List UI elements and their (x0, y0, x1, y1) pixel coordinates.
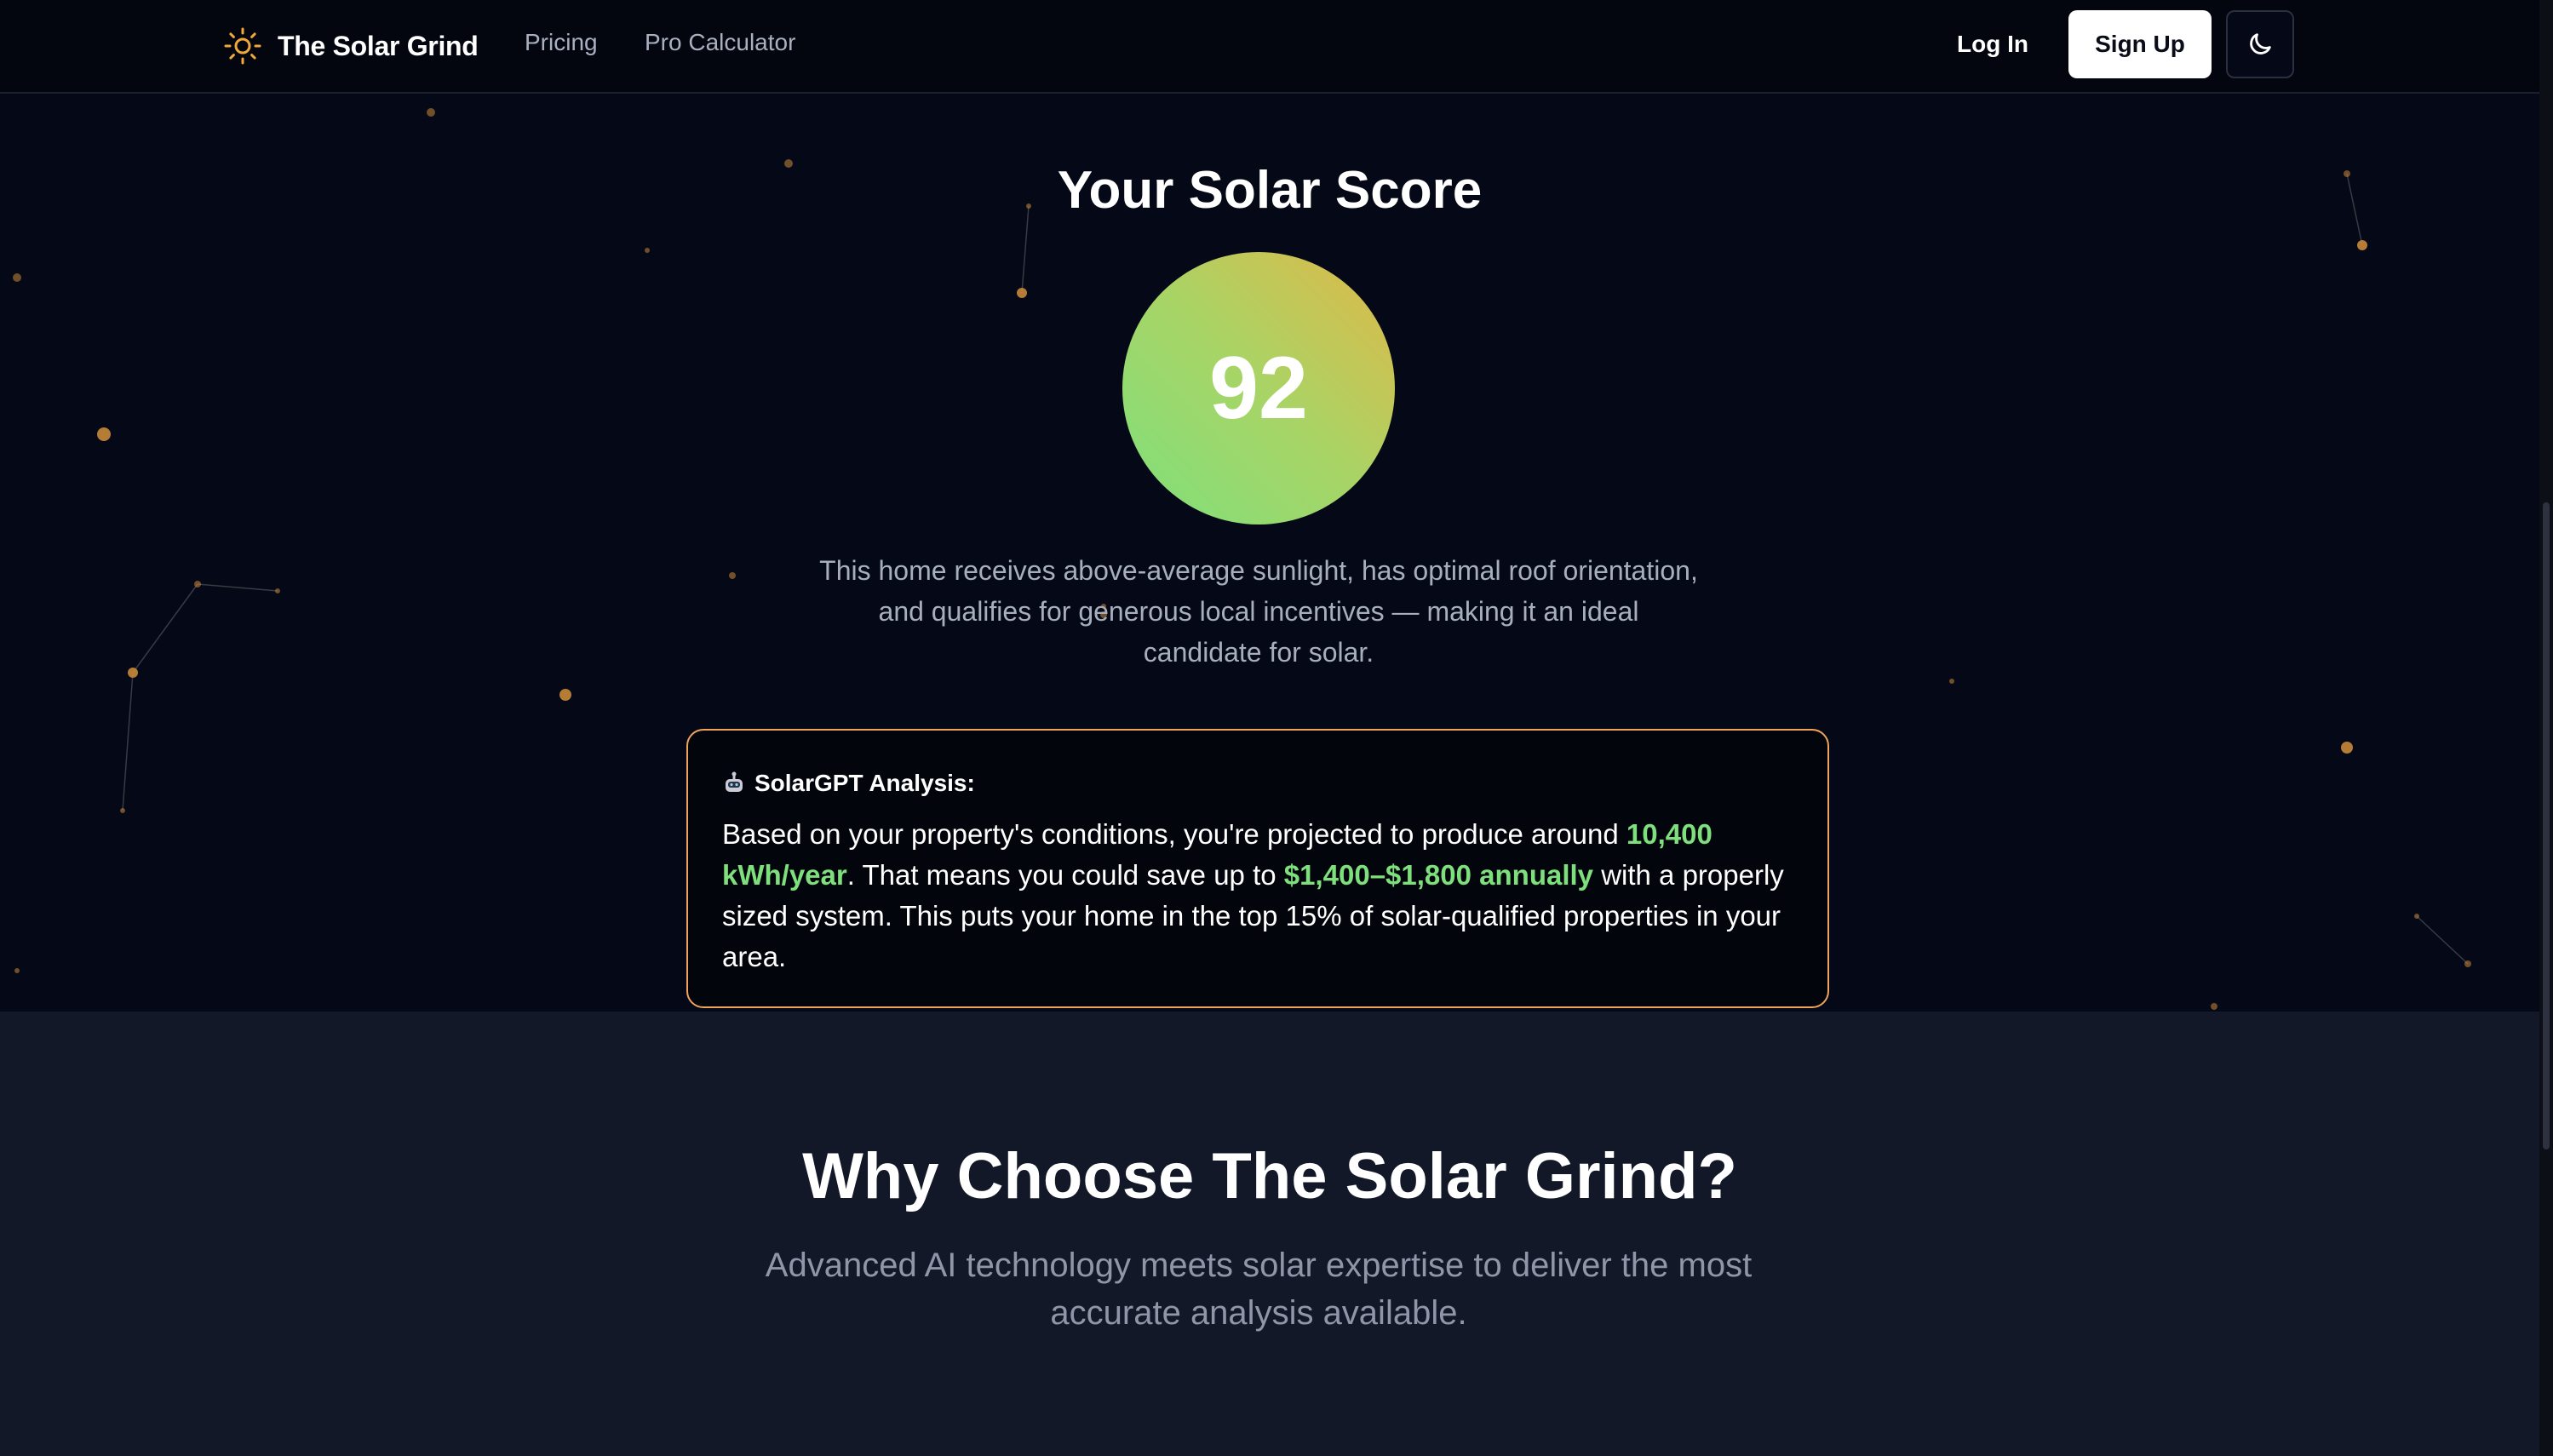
score-value: 92 (1209, 338, 1308, 438)
nav-link-pro-calculator[interactable]: Pro Calculator (645, 29, 795, 56)
signup-button[interactable]: Sign Up (2068, 10, 2212, 78)
star-dot (427, 108, 435, 117)
analysis-text: Based on your property's conditions, you… (722, 814, 1793, 977)
star-dot (13, 273, 21, 282)
score-description: This home receives above-average sunligh… (819, 555, 1698, 668)
sun-icon (224, 27, 261, 65)
theme-toggle-button[interactable] (2226, 10, 2294, 78)
star-connector (132, 583, 198, 674)
why-title: Why Choose The Solar Grind? (802, 1140, 1737, 1212)
star-dot (1017, 288, 1027, 298)
navbar: The Solar Grind Pricing Pro Calculator L… (0, 0, 2539, 94)
star-dot (14, 968, 20, 973)
scrollbar-thumb[interactable] (2543, 502, 2550, 1149)
analysis-highlight-savings: $1,400–$1,800 annually (1283, 859, 1594, 891)
star-dot (120, 808, 125, 813)
analysis-heading: SolarGPT Analysis: (754, 770, 975, 796)
analysis-card: SolarGPT Analysis: Based on your propert… (686, 729, 1829, 1008)
star-dot (2341, 742, 2353, 754)
login-button[interactable]: Log In (1940, 10, 2045, 78)
star-dot (1949, 679, 1954, 684)
star-dot (559, 689, 571, 701)
star-dot (2211, 1003, 2217, 1010)
star-connector (2416, 915, 2469, 965)
score-title: Your Solar Score (1057, 161, 1483, 220)
star-dot (2414, 914, 2419, 919)
why-section (0, 1012, 2539, 1456)
star-dot (2464, 960, 2471, 967)
nav-link-pricing[interactable]: Pricing (525, 29, 598, 56)
page: The Solar Grind Pricing Pro Calculator L… (0, 0, 2553, 1456)
star-connector (197, 583, 278, 592)
why-subtitle: Advanced AI technology meets solar exper… (765, 1247, 1753, 1332)
star-dot (97, 427, 111, 441)
robot-icon (726, 771, 743, 792)
brand-name: The Solar Grind (278, 30, 479, 61)
star-connector (122, 672, 134, 811)
star-dot (275, 588, 280, 593)
score-circle: 92 (1122, 252, 1395, 525)
star-dot (128, 668, 138, 678)
analysis-text-part: Based on your property's conditions, you… (722, 818, 1626, 850)
moon-icon (2250, 33, 2271, 54)
analysis-heading-row: SolarGPT Analysis: (722, 770, 1793, 797)
star-dot (2357, 240, 2367, 250)
star-dot (729, 572, 736, 579)
star-dot (194, 581, 201, 588)
brand-logo[interactable]: The Solar Grind (223, 24, 479, 68)
analysis-text-part: . That means you could save up to (846, 859, 1284, 891)
star-dot (645, 248, 650, 253)
